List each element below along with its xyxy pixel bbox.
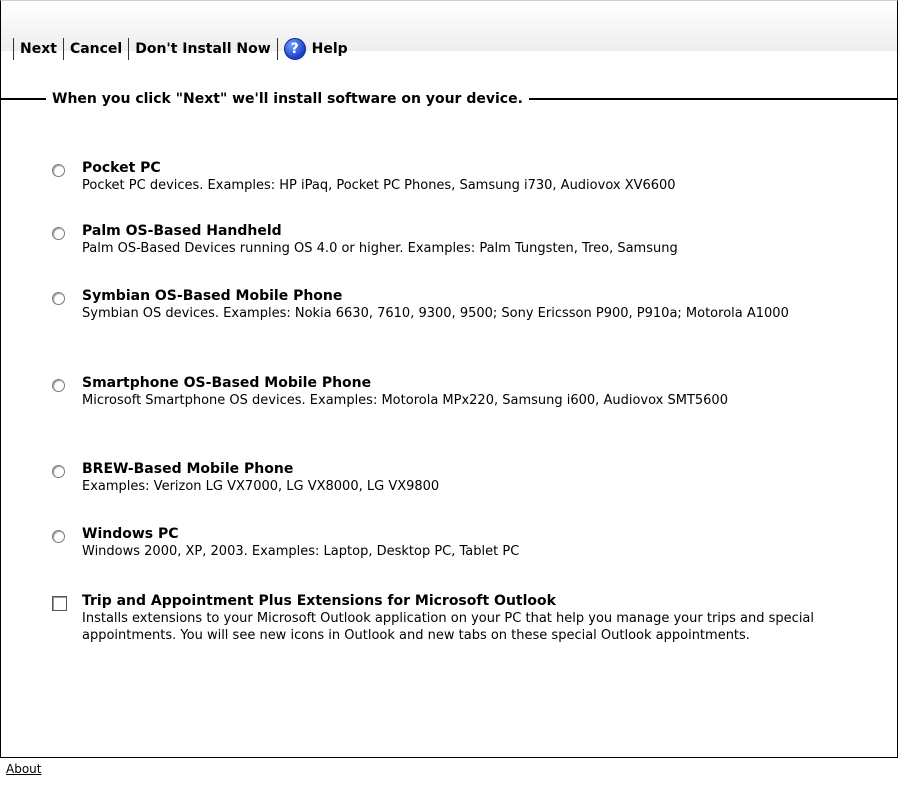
legend-line	[1, 98, 46, 100]
radio-symbian-os[interactable]	[52, 292, 65, 305]
radio-pocket-pc[interactable]	[52, 164, 65, 177]
option-outlook-extensions[interactable]: Trip and Appointment Plus Extensions for…	[52, 593, 885, 644]
option-description: Examples: Verizon LG VX7000, LG VX8000, …	[82, 479, 440, 494]
about-link[interactable]: About	[6, 762, 41, 776]
option-smartphone-os[interactable]: Smartphone OS-Based Mobile Phone Microso…	[52, 375, 872, 409]
option-title: Windows PC	[82, 526, 179, 542]
option-text: Palm OS-Based Handheld Palm OS-Based Dev…	[82, 223, 678, 257]
radio-palm-os[interactable]	[52, 227, 65, 240]
option-title: Trip and Appointment Plus Extensions for…	[82, 593, 556, 609]
instruction-header: When you click "Next" we'll install soft…	[1, 89, 897, 109]
option-description: Palm OS-Based Devices running OS 4.0 or …	[82, 241, 678, 256]
option-description: Symbian OS devices. Examples: Nokia 6630…	[82, 306, 789, 321]
option-title: Pocket PC	[82, 160, 161, 176]
option-title: Symbian OS-Based Mobile Phone	[82, 288, 343, 304]
option-text: Windows PC Windows 2000, XP, 2003. Examp…	[82, 526, 519, 560]
radio-brew[interactable]	[52, 465, 65, 478]
legend-line	[528, 98, 897, 100]
option-title: Smartphone OS-Based Mobile Phone	[82, 375, 372, 391]
help-question-icon: ?	[283, 38, 306, 60]
option-windows-pc[interactable]: Windows PC Windows 2000, XP, 2003. Examp…	[52, 526, 519, 560]
option-description: Pocket PC devices. Examples: HP iPaq, Po…	[82, 178, 676, 193]
next-button[interactable]: Next	[20, 41, 57, 57]
option-text: Symbian OS-Based Mobile Phone Symbian OS…	[82, 288, 882, 322]
option-brew[interactable]: BREW-Based Mobile Phone Examples: Verizo…	[52, 461, 439, 495]
option-text: BREW-Based Mobile Phone Examples: Verizo…	[82, 461, 439, 495]
radio-windows-pc[interactable]	[52, 530, 65, 543]
option-text: Smartphone OS-Based Mobile Phone Microso…	[82, 375, 872, 409]
option-text: Pocket PC Pocket PC devices. Examples: H…	[82, 160, 676, 194]
toolbar-separator	[276, 38, 278, 60]
option-palm-os[interactable]: Palm OS-Based Handheld Palm OS-Based Dev…	[52, 223, 678, 257]
dont-install-now-button[interactable]: Don't Install Now	[135, 41, 270, 57]
radio-smartphone-os[interactable]	[52, 379, 65, 392]
toolbar-separator	[13, 38, 14, 60]
toolbar-buttons: Next Cancel Don't Install Now ? Help	[7, 37, 348, 61]
cancel-button[interactable]: Cancel	[70, 41, 122, 57]
instruction-text: When you click "Next" we'll install soft…	[52, 91, 523, 107]
help-button[interactable]: ? Help	[283, 38, 348, 60]
toolbar: Next Cancel Don't Install Now ? Help	[1, 1, 897, 60]
option-text: Trip and Appointment Plus Extensions for…	[82, 593, 885, 644]
option-pocket-pc[interactable]: Pocket PC Pocket PC devices. Examples: H…	[52, 160, 676, 194]
option-description: Microsoft Smartphone OS devices. Example…	[82, 393, 728, 408]
toolbar-separator	[62, 38, 64, 60]
option-description: Windows 2000, XP, 2003. Examples: Laptop…	[82, 544, 520, 559]
option-title: Palm OS-Based Handheld	[82, 223, 282, 239]
option-description: Installs extensions to your Microsoft Ou…	[82, 611, 815, 643]
toolbar-separator	[128, 38, 130, 60]
help-button-label: Help	[311, 41, 348, 57]
option-symbian-os[interactable]: Symbian OS-Based Mobile Phone Symbian OS…	[52, 288, 882, 322]
checkbox-outlook-extensions[interactable]	[52, 596, 67, 611]
option-title: BREW-Based Mobile Phone	[82, 461, 294, 477]
